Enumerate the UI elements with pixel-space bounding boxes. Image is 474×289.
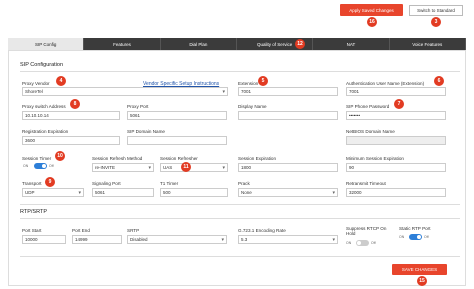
- min-session-label: Minimum Session Expiration: [346, 156, 404, 161]
- proxy-vendor-label: Proxy Vendor: [22, 81, 50, 86]
- session-refresh-method-select[interactable]: re-INVITE: [92, 163, 154, 172]
- auth-user-input[interactable]: 7001: [346, 87, 446, 96]
- retransmit-timeout-label: Retransmit Timeout: [346, 181, 386, 186]
- proxy-address-input[interactable]: 10.10.10.14: [22, 111, 120, 120]
- port-start-label: Port Start: [22, 228, 42, 233]
- suppress-rtcp-toggle[interactable]: [356, 240, 369, 246]
- callout-badge: 11: [181, 162, 191, 172]
- g7231-select[interactable]: 5.3: [238, 235, 338, 244]
- static-rtp-toggle[interactable]: [409, 234, 422, 240]
- session-expiration-label: Session Expiration: [238, 156, 277, 161]
- transport-select[interactable]: UDP: [22, 188, 84, 197]
- display-name-input[interactable]: [238, 111, 338, 120]
- callout-badge: 16: [367, 17, 377, 27]
- toggle-on-text: ON: [399, 235, 405, 239]
- callout-badge: 12: [295, 39, 305, 49]
- tab-dial-plan[interactable]: Dial Plan: [160, 38, 237, 50]
- netbios-label: NetBIOS Domain Name: [346, 129, 395, 134]
- toggle-knob: [42, 164, 46, 168]
- signaling-port-label: Signaling Port: [92, 181, 121, 186]
- srtp-label: SRTP: [127, 228, 140, 233]
- session-refresher-select[interactable]: UAS: [160, 163, 228, 172]
- transport-label: Transport: [22, 181, 42, 186]
- sip-domain-input[interactable]: [127, 136, 227, 145]
- port-end-input[interactable]: 14999: [72, 235, 122, 244]
- sip-password-input[interactable]: •••••••: [346, 111, 446, 120]
- prack-select[interactable]: None: [238, 188, 338, 197]
- callout-badge: 4: [56, 76, 66, 86]
- srtp-select[interactable]: Disabled: [127, 235, 227, 244]
- extension-label: Extension: [238, 81, 259, 86]
- g7231-label: G.723.1 Encoding Rate: [238, 228, 286, 233]
- toggle-knob: [357, 241, 361, 245]
- tab-features[interactable]: Features: [84, 38, 161, 50]
- section-title-rtp: RTP/SRTP: [20, 209, 47, 215]
- proxy-port-input[interactable]: 5061: [127, 111, 227, 120]
- callout-badge: 8: [70, 99, 80, 109]
- callout-badge: 10: [55, 151, 65, 161]
- toggle-off-text: Off: [49, 164, 54, 168]
- static-rtp-label: Static RTP Port: [399, 226, 431, 231]
- signaling-port-input[interactable]: 5061: [92, 188, 154, 197]
- divider: [20, 71, 460, 72]
- toggle-knob: [417, 235, 421, 239]
- callout-badge: 15: [417, 276, 427, 286]
- save-changes-button[interactable]: SAVE CHANGES: [392, 264, 447, 275]
- min-session-input[interactable]: 90: [346, 163, 446, 172]
- retransmit-timeout-input[interactable]: 32000: [346, 188, 446, 197]
- section-title-sip: SIP Configuration: [20, 62, 64, 68]
- proxy-address-label: Proxy switch Address: [22, 104, 66, 109]
- port-end-label: Port End: [72, 228, 90, 233]
- switch-to-standard-button[interactable]: Switch to Standard: [409, 5, 463, 16]
- apply-saved-changes-button[interactable]: Apply Saved Changes: [340, 4, 403, 16]
- tab-voice-features[interactable]: Voice Features: [389, 38, 466, 50]
- divider: [20, 256, 460, 257]
- session-expiration-input[interactable]: 1800: [238, 163, 338, 172]
- session-timer-label: Session Timer: [22, 156, 52, 161]
- registration-expiration-input[interactable]: 3600: [22, 136, 120, 145]
- netbios-input[interactable]: [346, 136, 446, 145]
- tab-nat[interactable]: NAT: [313, 38, 390, 50]
- t1-timer-label: T1 Timer: [160, 181, 179, 186]
- suppress-rtcp-label: Suppress RTCP On Hold: [346, 226, 387, 236]
- extension-input[interactable]: 7001: [238, 87, 338, 96]
- toggle-off-text: Off: [424, 235, 429, 239]
- tab-bar: SIP Config Features Dial Plan Quality of…: [8, 38, 466, 50]
- tab-sip-config[interactable]: SIP Config: [8, 38, 85, 50]
- registration-expiration-label: Registration Expiration: [22, 129, 69, 134]
- callout-badge: 7: [394, 99, 404, 109]
- toggle-off-text: Off: [371, 241, 376, 245]
- t1-timer-input[interactable]: 500: [160, 188, 228, 197]
- callout-badge: 5: [258, 76, 268, 86]
- sip-password-label: SIP Phone Password: [346, 104, 390, 109]
- auth-user-label: Authentication User Name (Extension): [346, 81, 425, 86]
- display-name-label: Display Name: [238, 104, 267, 109]
- port-start-input[interactable]: 10000: [22, 235, 66, 244]
- prack-label: Prack: [238, 181, 250, 186]
- session-timer-toggle[interactable]: [34, 163, 47, 169]
- toggle-on-text: ON: [23, 164, 29, 168]
- proxy-port-label: Proxy Port: [127, 104, 149, 109]
- callout-badge: 3: [431, 17, 441, 27]
- toggle-on-text: ON: [346, 241, 352, 245]
- callout-badge: 6: [434, 76, 444, 86]
- callout-badge: 9: [45, 177, 55, 187]
- divider: [20, 204, 460, 205]
- session-refresh-method-label: Session Refresh Method: [92, 156, 143, 161]
- divider: [20, 218, 460, 219]
- session-refresher-label: Session Refresher: [160, 156, 198, 161]
- proxy-vendor-select[interactable]: ShoreTel: [22, 87, 228, 96]
- sip-domain-label: SIP Domain Name: [127, 129, 165, 134]
